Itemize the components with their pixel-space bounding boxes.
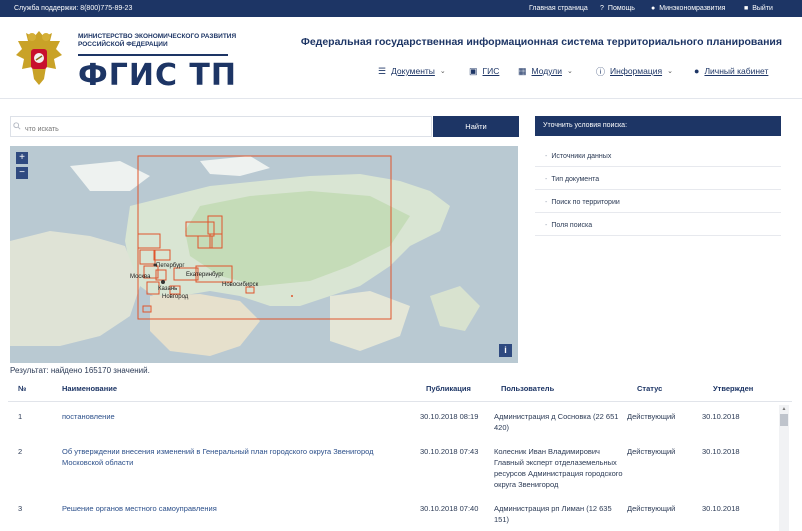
nav-modules[interactable]: ▦ Модули ⌄ — [518, 64, 573, 78]
result-count: Результат: найдено 165170 значений. — [10, 366, 150, 375]
approved-date: 30.10.2018 — [702, 447, 740, 456]
approved-date: 30.10.2018 — [702, 412, 740, 421]
map-city-label: Екатеринбург — [186, 272, 224, 278]
status: Действующий — [627, 412, 676, 421]
table-row[interactable]: 3 Решение органов местного самоуправлени… — [0, 503, 802, 529]
map-city-label: Казань — [158, 286, 178, 292]
zoom-in-button[interactable]: + — [16, 152, 28, 164]
user-link[interactable]: ● Минэкономразвития — [651, 5, 725, 12]
support-phone: Служба поддержки: 8(800)775-89-23 — [14, 5, 133, 12]
search-input[interactable] — [10, 116, 432, 137]
document-name-link[interactable]: Об утверждении внесения изменений в Гене… — [62, 446, 414, 468]
row-number: 1 — [18, 412, 23, 421]
user-icon: ● — [694, 66, 700, 76]
dash-icon: - — [545, 153, 548, 160]
user-name: Администрация рп Лиман (12 635 151) — [494, 504, 612, 524]
logout-link[interactable]: ■ Выйти — [744, 5, 773, 12]
filter-search-fields[interactable]: - Поля поиска — [535, 214, 781, 236]
chevron-down-icon: ⌄ — [439, 68, 446, 75]
logout-icon: ■ — [744, 5, 749, 12]
map-info-button[interactable]: i — [499, 344, 512, 357]
system-title: Федеральная государственная информационн… — [300, 36, 782, 48]
scrollbar-thumb[interactable] — [780, 414, 788, 426]
nav-documents[interactable]: ☰ Документы ⌄ — [378, 64, 446, 78]
top-bar: Служба поддержки: 8(800)775-89-23 Главна… — [0, 0, 802, 17]
map-city-label: Новгород — [162, 294, 189, 300]
dash-icon: - — [545, 199, 548, 206]
column-header[interactable]: Публикация — [426, 384, 471, 393]
divider — [78, 54, 228, 56]
column-header[interactable]: Статус — [637, 384, 662, 393]
nav-gis[interactable]: ▣ ГИС — [469, 64, 499, 78]
grid-icon: ▦ — [518, 65, 527, 76]
search-button[interactable]: Найти — [433, 116, 519, 137]
filter-territory[interactable]: - Поиск по территории — [535, 191, 781, 213]
publication-date: 30.10.2018 08:19 — [420, 412, 479, 421]
zoom-out-button[interactable]: − — [16, 167, 28, 179]
filter-document-type[interactable]: - Тип документа — [535, 168, 781, 190]
column-header[interactable]: Утвержден — [713, 384, 753, 393]
site-header: Министерство экономического развития Рос… — [0, 17, 802, 99]
chevron-down-icon: ⌄ — [566, 68, 573, 75]
approved-date: 30.10.2018 — [702, 504, 740, 513]
row-number: 2 — [18, 447, 23, 456]
user-icon: ● — [651, 5, 656, 12]
column-header[interactable]: Пользователь — [501, 384, 554, 393]
user-name: Колесник Иван Владимирович Главный экспе… — [494, 447, 623, 489]
map-city-label: Петербург — [156, 263, 185, 269]
site-logo[interactable]: ФГИС ТП — [78, 58, 237, 93]
home-link[interactable]: Главная страница — [529, 5, 588, 12]
map-city-label: Новосибирск — [222, 282, 259, 288]
publication-date: 30.10.2018 07:43 — [420, 447, 479, 456]
map-view[interactable]: + − i Петербург Екатеринбург Москва Каза… — [10, 146, 518, 363]
divider — [8, 401, 792, 402]
document-name-link[interactable]: постановление — [62, 411, 414, 422]
document-name-link[interactable]: Решение органов местного самоуправления — [62, 503, 414, 514]
filter-data-sources[interactable]: - Источники данных — [535, 145, 781, 167]
dash-icon: - — [545, 222, 548, 229]
database-icon: ☰ — [378, 65, 387, 76]
table-row[interactable]: 1 постановление 30.10.2018 08:19 Админис… — [0, 411, 802, 441]
status: Действующий — [627, 447, 676, 456]
chevron-down-icon: ⌄ — [667, 68, 673, 75]
status: Действующий — [627, 504, 676, 513]
map-canvas[interactable] — [10, 146, 518, 363]
map-icon: ▣ — [469, 65, 478, 76]
info-icon: ⓘ — [596, 66, 606, 77]
search-icon — [13, 122, 21, 130]
scroll-up-icon[interactable]: ▲ — [780, 406, 788, 412]
help-link[interactable]: ? Помощь — [600, 5, 635, 12]
filter-panel-title: Уточнить условия поиска: — [535, 116, 781, 136]
row-number: 3 — [18, 504, 23, 513]
column-header[interactable]: № — [18, 384, 26, 393]
nav-account[interactable]: ● Личный кабинет — [694, 64, 768, 78]
column-header[interactable]: Наименование — [62, 384, 414, 393]
nav-information[interactable]: ⓘ Информация ⌄ — [596, 64, 673, 78]
table-header: № Наименование Публикация Пользователь С… — [0, 384, 802, 398]
publication-date: 30.10.2018 07:40 — [420, 504, 479, 513]
user-name: Администрация д Сосновка (22 651 420) — [494, 412, 619, 432]
dash-icon: - — [545, 176, 548, 183]
map-city-label: Москва — [130, 274, 151, 280]
coat-of-arms-icon — [16, 31, 62, 85]
ministry-name: Министерство экономического развития Рос… — [78, 33, 237, 48]
question-icon: ? — [600, 5, 604, 12]
table-row[interactable]: 2 Об утверждении внесения изменений в Ге… — [0, 446, 802, 496]
